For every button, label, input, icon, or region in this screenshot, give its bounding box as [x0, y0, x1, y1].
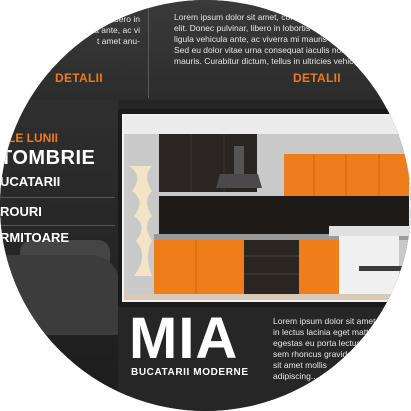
menu-item-dormitoare-1[interactable]: ROURI	[0, 204, 42, 219]
menu-item-dormitoare-2[interactable]: RMITOARE	[0, 230, 69, 245]
detalii-link-right[interactable]: DETALII	[293, 71, 341, 85]
bottom-description: Lorem ipsum dolor sit amet, co in lectus…	[273, 316, 390, 381]
brand-subtitle: BUCATARII MODERNE	[131, 367, 249, 378]
column-divider	[148, 0, 149, 98]
top-right-text: Lorem ipsum dolor sit amet, conse elit. …	[174, 12, 368, 66]
menu-month: TOMBRIE	[0, 147, 96, 169]
sofa-base	[0, 255, 120, 335]
detalii-link-left[interactable]: DETALII	[55, 71, 103, 85]
top-left-text: elit. Donec pulvinar, libero in ligula v…	[33, 14, 140, 46]
kitchen-photo	[122, 114, 411, 302]
brand-logo: MIA	[129, 306, 239, 371]
menu-separator	[0, 225, 115, 226]
page-frame: elit. Donec pulvinar, libero in ligula v…	[0, 0, 411, 411]
menu-header: ELE LUNII	[0, 131, 59, 145]
menu-separator	[0, 197, 115, 198]
menu-item-bucatarii[interactable]: UCATARII	[0, 174, 60, 189]
